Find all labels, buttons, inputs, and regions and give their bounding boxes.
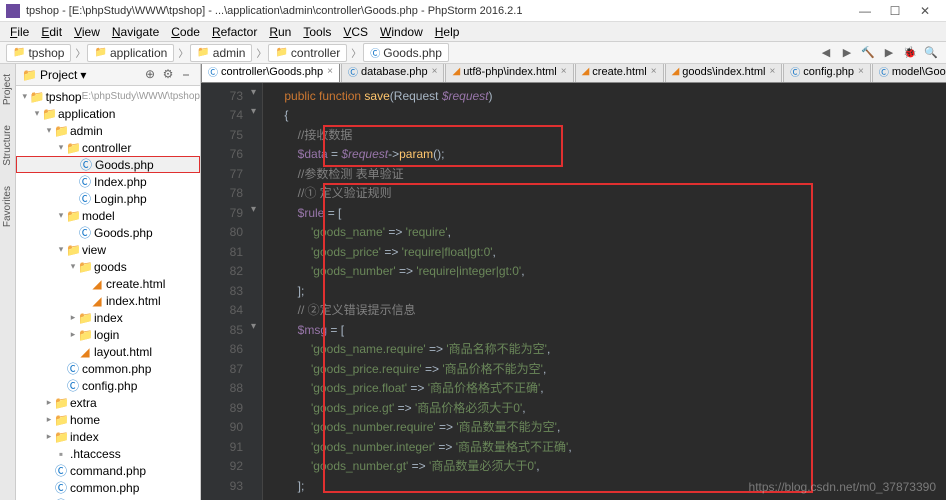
tree-node[interactable]: ▾📁admin [16,122,200,139]
project-sidebar: 📁Project ▾ ⊕ ⚙ ⎯ ▾📁tpshop E:\phpStudy\WW… [16,64,201,500]
menu-refactor[interactable]: Refactor [206,23,263,41]
build-button[interactable]: 🔨 [859,44,877,62]
window-title: tpshop - [E:\phpStudy\WWW\tpshop] - ...\… [26,5,850,17]
tree-node[interactable]: ◢create.html [16,275,200,292]
tree-node[interactable]: ▾📁application [16,105,200,122]
breadcrumb-item[interactable]: 📁application [87,44,174,62]
tree-node[interactable]: ▾📁model [16,207,200,224]
code-editor[interactable]: 7374757677787980818283848586878889909192… [201,83,946,500]
tree-node[interactable]: ◢layout.html [16,343,200,360]
breadcrumb-bar: 📁tpshop〉📁application〉📁admin〉📁controller〉… [0,42,946,64]
favorites-tool-tab[interactable]: Favorites [0,180,15,233]
menu-vcs[interactable]: VCS [337,23,374,41]
editor-tab[interactable]: ◢utf8-php\index.html× [445,64,573,82]
tree-node[interactable]: ▸📁index [16,428,200,445]
breadcrumb-item[interactable]: 📁controller [268,44,347,62]
tree-node[interactable]: Ⓒcommon.php [16,479,200,496]
close-tab-icon[interactable]: × [561,66,567,77]
tree-node[interactable]: Ⓒcommon.php [16,360,200,377]
forward-button[interactable]: ▶ [838,44,856,62]
editor-tab[interactable]: Ⓒmodel\Goods.php× [872,64,946,82]
editor-tabs: Ⓒcontroller\Goods.php×Ⓒdatabase.php×◢utf… [201,64,946,83]
collapse-button[interactable]: ⊕ [142,67,158,82]
left-tool-gutter: Project Structure Favorites [0,64,16,500]
menu-tools[interactable]: Tools [297,23,337,41]
fold-marker[interactable]: ▾ [251,87,261,97]
code-text[interactable]: public function save(Request $request) {… [263,83,946,500]
window-titlebar: tpshop - [E:\phpStudy\WWW\tpshop] - ...\… [0,0,946,22]
menu-file[interactable]: File [4,23,35,41]
project-header: 📁Project ▾ ⊕ ⚙ ⎯ [16,64,200,86]
tree-node[interactable]: ▪.htaccess [16,445,200,462]
tree-node[interactable]: ▸📁login [16,326,200,343]
editor-area: Ⓒcontroller\Goods.php×Ⓒdatabase.php×◢utf… [201,64,946,500]
tree-node[interactable]: ⒸIndex.php [16,173,200,190]
tree-node[interactable]: ▾📁goods [16,258,200,275]
editor-tab[interactable]: Ⓒdatabase.php× [341,64,445,82]
watermark: https://blog.csdn.net/m0_37873390 [749,480,936,494]
tree-node[interactable]: ⒸLogin.php [16,190,200,207]
fold-marker[interactable]: ▾ [251,106,261,116]
maximize-button[interactable]: ☐ [880,4,910,18]
close-tab-icon[interactable]: × [858,66,864,77]
close-tab-icon[interactable]: × [327,66,333,77]
tree-node[interactable]: ▸📁home [16,411,200,428]
search-button[interactable]: 🔍 [922,44,940,62]
editor-tab[interactable]: Ⓒconfig.php× [783,64,871,82]
breadcrumb-item[interactable]: ⒸGoods.php [363,43,449,62]
breadcrumb-item[interactable]: 📁admin [190,44,252,62]
hide-button[interactable]: ⎯ [178,67,194,82]
project-icon: 📁 [22,68,37,82]
menu-window[interactable]: Window [374,23,429,41]
line-gutter: 7374757677787980818283848586878889909192… [201,83,249,500]
structure-tool-tab[interactable]: Structure [0,119,15,172]
close-button[interactable]: ✕ [910,4,940,18]
tree-node[interactable]: Ⓒconfig.php [16,496,200,500]
fold-marker[interactable]: ▾ [251,321,261,331]
tree-node[interactable]: ▾📁tpshop E:\phpStudy\WWW\tpshop [16,88,200,105]
menu-code[interactable]: Code [165,23,206,41]
menu-bar: FileEditViewNavigateCodeRefactorRunTools… [0,22,946,42]
tree-node[interactable]: ▾📁view [16,241,200,258]
editor-tab[interactable]: Ⓒcontroller\Goods.php× [201,64,340,82]
fold-strip: ▾ ▾ ▾ ▾ [249,83,263,500]
menu-view[interactable]: View [68,23,106,41]
project-tree[interactable]: ▾📁tpshop E:\phpStudy\WWW\tpshop▾📁applica… [16,86,200,500]
breadcrumb-item[interactable]: 📁tpshop [6,44,71,62]
tree-node[interactable]: Ⓒcommand.php [16,462,200,479]
menu-run[interactable]: Run [263,23,297,41]
tree-node[interactable]: ▾📁controller [16,139,200,156]
tree-node[interactable]: ◢index.html [16,292,200,309]
tree-node[interactable]: ⒸGoods.php [16,224,200,241]
tree-node[interactable]: ⒸGoods.php [16,156,200,173]
menu-navigate[interactable]: Navigate [106,23,165,41]
minimize-button[interactable]: — [850,4,880,18]
tree-node[interactable]: ▸📁index [16,309,200,326]
menu-help[interactable]: Help [429,23,466,41]
editor-tab[interactable]: ◢create.html× [575,64,664,82]
editor-tab[interactable]: ◢goods\index.html× [665,64,783,82]
menu-edit[interactable]: Edit [35,23,68,41]
tree-node[interactable]: ▸📁extra [16,394,200,411]
project-tool-tab[interactable]: Project [0,68,15,111]
settings-icon[interactable]: ⚙ [160,67,176,82]
debug-button[interactable]: 🐞 [901,44,919,62]
back-button[interactable]: ◀ [817,44,835,62]
close-tab-icon[interactable]: × [651,66,657,77]
run-button[interactable]: ▶ [880,44,898,62]
tree-node[interactable]: Ⓒconfig.php [16,377,200,394]
close-tab-icon[interactable]: × [432,66,438,77]
fold-marker[interactable]: ▾ [251,204,261,214]
app-icon [6,4,20,18]
close-tab-icon[interactable]: × [769,66,775,77]
